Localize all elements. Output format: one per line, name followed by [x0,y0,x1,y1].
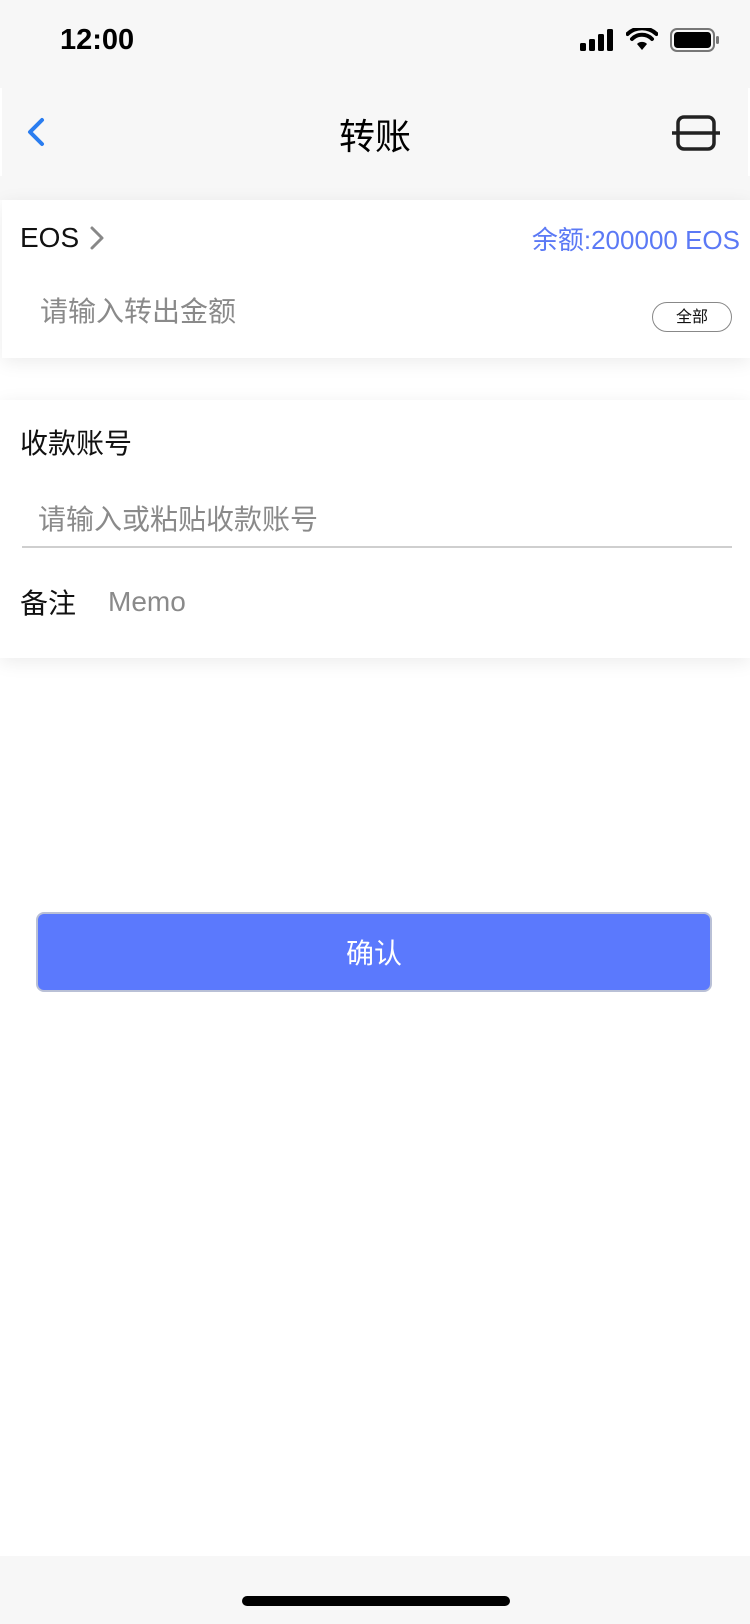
recipient-address-input[interactable] [36,494,710,544]
token-selector[interactable]: EOS [20,222,105,254]
confirm-button[interactable]: 确认 [36,912,712,992]
wifi-icon [626,28,658,50]
status-bar: 12:00 [0,0,750,88]
signal-icon [580,29,613,51]
status-time: 12:00 [60,24,135,56]
divider [22,546,732,548]
memo-input[interactable] [106,578,710,626]
home-bar-area [0,1556,750,1624]
token-name: EOS [20,222,80,253]
battery-icon [670,28,719,52]
spacer [0,176,750,200]
home-indicator[interactable] [242,1596,510,1606]
amount-input[interactable] [38,284,602,338]
amount-card: EOS 余额:200000 EOS 全部 [2,200,750,358]
scan-button[interactable] [672,114,720,152]
memo-label: 备注 [20,587,77,620]
all-button[interactable]: 全部 [652,302,732,332]
recipient-label: 收款账号 [20,427,133,460]
recipient-card: 收款账号 备注 [0,400,750,658]
chevron-right-icon [90,226,104,250]
balance-text: 余额:200000 EOS [531,225,740,255]
scan-icon [672,115,720,151]
nav-bar: 转账 [2,88,748,176]
page-title: 转账 [338,117,411,158]
status-icons [580,28,720,52]
